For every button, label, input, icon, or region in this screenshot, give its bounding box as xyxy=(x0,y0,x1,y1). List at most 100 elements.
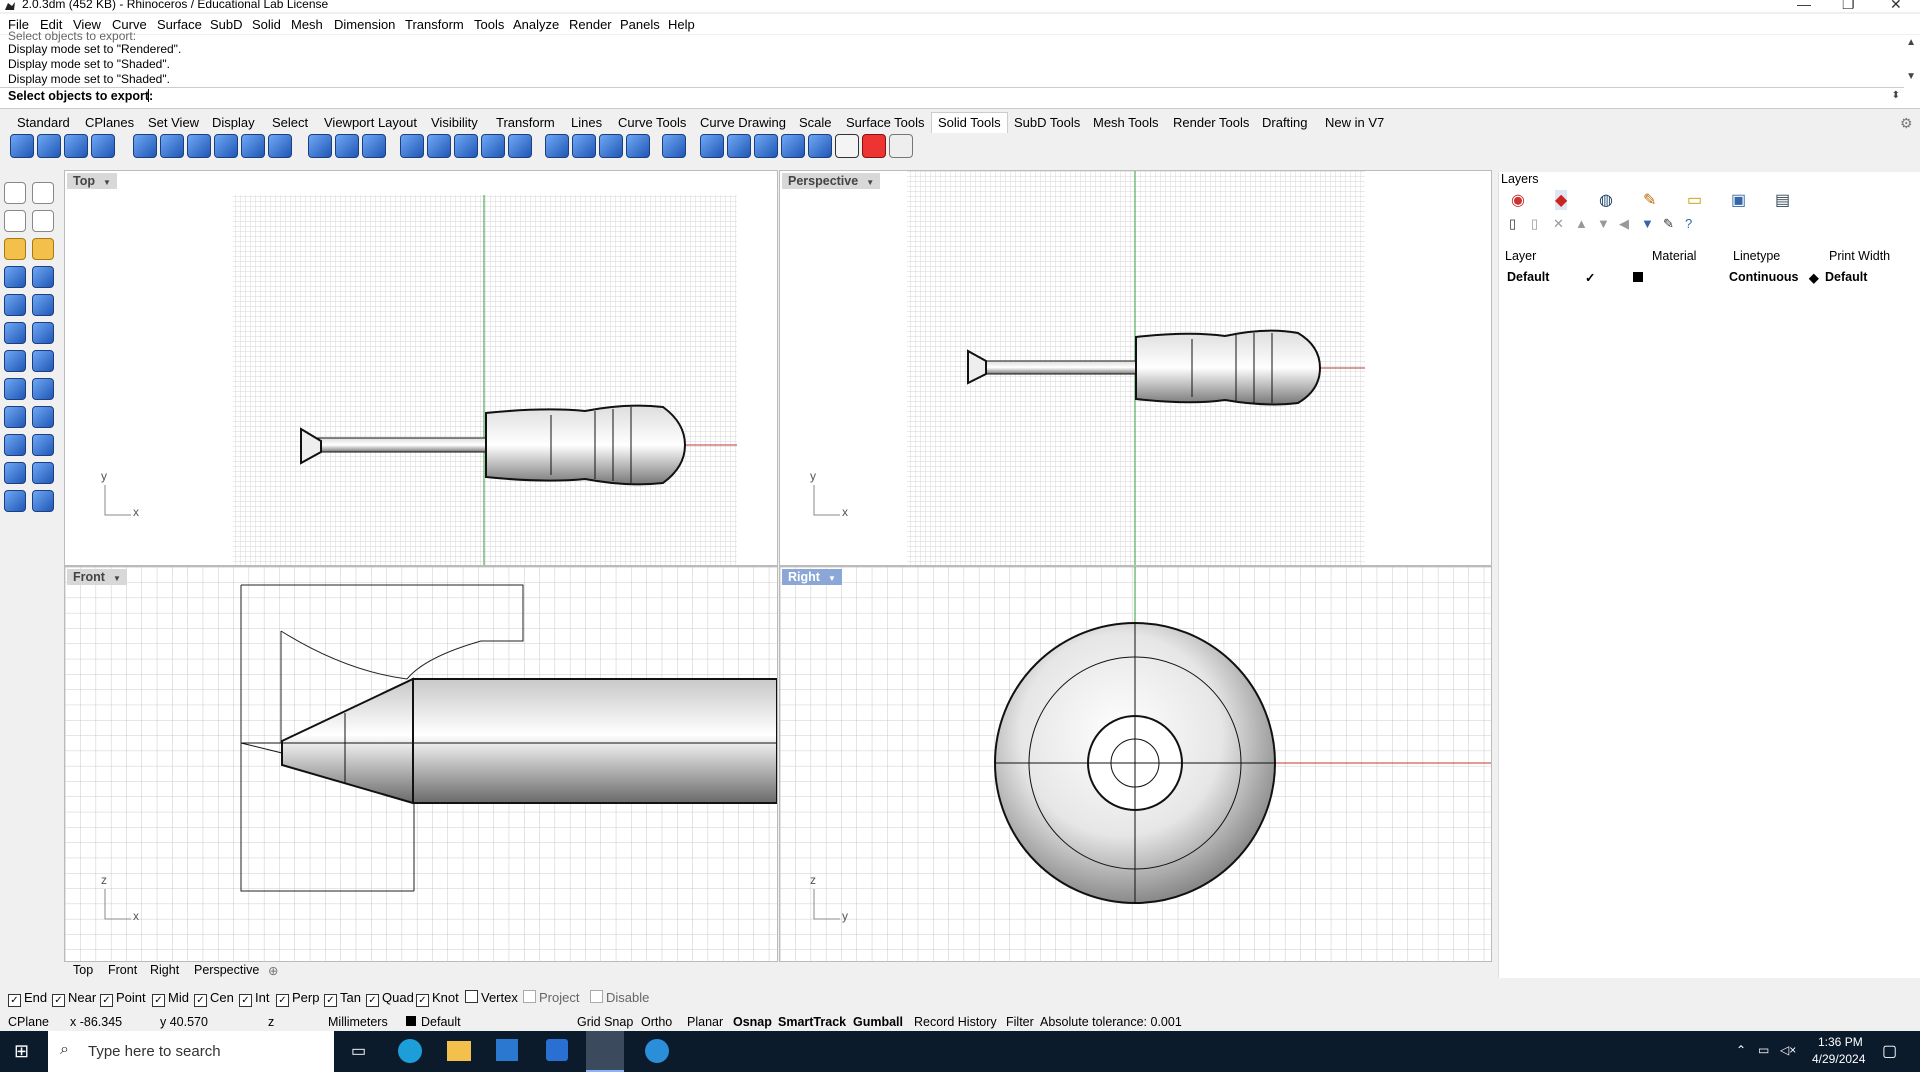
text-object-icon[interactable] xyxy=(4,490,26,512)
taskbar-search[interactable]: ⌕ Type here to search xyxy=(48,1031,334,1072)
close-icon[interactable]: ✕ xyxy=(1890,0,1902,13)
viewport-label-top[interactable]: Top ▼ xyxy=(67,173,117,189)
viewport-perspective[interactable]: Perspective ▼ y x xyxy=(779,170,1492,566)
viewport-label-right[interactable]: Right ▼ xyxy=(782,569,842,585)
menu-solid[interactable]: Solid xyxy=(252,17,281,32)
toggle-planar[interactable]: Planar xyxy=(687,1015,723,1029)
spinner-icon[interactable]: ⬍ xyxy=(1892,90,1900,101)
edge-browser-icon[interactable] xyxy=(398,1039,422,1063)
chrome-icon[interactable] xyxy=(645,1039,669,1063)
ellipsoid-icon[interactable] xyxy=(4,322,26,344)
folder-icon[interactable]: ▭ xyxy=(1687,190,1702,210)
menu-dimension[interactable]: Dimension xyxy=(334,17,395,32)
history-icon[interactable] xyxy=(727,134,751,158)
tab-mesh-tools[interactable]: Mesh Tools xyxy=(1093,115,1159,130)
menu-help[interactable]: Help xyxy=(668,17,695,32)
cone-icon[interactable] xyxy=(4,350,26,372)
polyline-icon[interactable] xyxy=(4,210,26,232)
column-material[interactable]: Material xyxy=(1652,249,1696,263)
move-hole-icon[interactable] xyxy=(599,134,623,158)
layer-current-check[interactable]: ✓ xyxy=(1585,270,1595,285)
boolean-split-icon[interactable] xyxy=(91,134,115,158)
solid-points-icon[interactable] xyxy=(781,134,805,158)
menu-surface[interactable]: Surface xyxy=(157,17,202,32)
solidworks-icon[interactable] xyxy=(546,1039,568,1061)
wirecut-icon[interactable] xyxy=(808,134,832,158)
shell-icon[interactable] xyxy=(241,134,265,158)
move-left-icon[interactable]: ◀ xyxy=(1619,216,1629,232)
rebuild-edges-icon[interactable] xyxy=(481,134,505,158)
box-icon[interactable] xyxy=(4,266,26,288)
tab-visibility[interactable]: Visibility xyxy=(431,115,478,130)
osnap-end[interactable]: ✓ End xyxy=(8,990,47,1007)
gear-icon[interactable]: ⚙ xyxy=(1900,115,1913,132)
notes-icon[interactable]: ▤ xyxy=(1775,190,1790,210)
point-icon[interactable] xyxy=(32,182,54,204)
toggle-ortho[interactable]: Ortho xyxy=(641,1015,672,1029)
osnap-disable[interactable]: Disable xyxy=(590,990,649,1005)
notifications-icon[interactable]: ▢ xyxy=(1882,1041,1897,1061)
layer-color-swatch[interactable] xyxy=(1633,272,1643,282)
tab-lines[interactable]: Lines xyxy=(571,115,602,130)
column-linetype[interactable]: Linetype xyxy=(1733,249,1780,263)
move-up-icon[interactable]: ▲ xyxy=(1575,216,1588,231)
split-edge-icon[interactable] xyxy=(427,134,451,158)
tab-display[interactable]: Display xyxy=(212,115,255,130)
task-view-icon[interactable]: ▭ xyxy=(351,1041,366,1061)
tab-render-tools[interactable]: Render Tools xyxy=(1173,115,1249,130)
torus-icon[interactable] xyxy=(4,434,26,456)
viewport-label-front[interactable]: Front ▼ xyxy=(67,569,127,585)
tab-drafting[interactable]: Drafting xyxy=(1262,115,1308,130)
remove-icon[interactable] xyxy=(862,134,886,158)
osnap-quad[interactable]: ✓ Quad xyxy=(366,990,414,1007)
menu-tools[interactable]: Tools xyxy=(474,17,504,32)
volume-icon[interactable]: ◁× xyxy=(1780,1043,1796,1057)
osnap-project[interactable]: Project xyxy=(523,990,579,1005)
file-explorer-icon[interactable] xyxy=(447,1041,471,1061)
osnap-cen[interactable]: ✓ Cen xyxy=(194,990,234,1007)
tab-scale[interactable]: Scale xyxy=(799,115,832,130)
tab-select[interactable]: Select xyxy=(272,115,308,130)
tab-solid-tools[interactable]: Solid Tools xyxy=(931,112,1008,133)
boolean-intersection-icon[interactable] xyxy=(64,134,88,158)
tab-curve-drawing[interactable]: Curve Drawing xyxy=(700,115,786,130)
osnap-point[interactable]: ✓ Point xyxy=(100,990,146,1007)
new-layer-icon[interactable]: ▯ xyxy=(1509,216,1516,232)
array-hole-icon[interactable] xyxy=(626,134,650,158)
delete-icon[interactable]: ✕ xyxy=(1553,216,1564,232)
tab-set-view[interactable]: Set View xyxy=(148,115,199,130)
truncated-pyramid-icon[interactable] xyxy=(32,378,54,400)
box-corner-icon[interactable] xyxy=(32,266,54,288)
menu-panels[interactable]: Panels xyxy=(620,17,660,32)
tray-chevron-icon[interactable]: ⌃ xyxy=(1736,1043,1746,1057)
osnap-near[interactable]: ✓ Near xyxy=(52,990,96,1007)
fillet-edge-icon[interactable] xyxy=(187,134,211,158)
create-hole-icon[interactable] xyxy=(508,134,532,158)
tube-icon[interactable] xyxy=(32,406,54,428)
delete-hole-icon[interactable] xyxy=(662,134,686,158)
viewport-top[interactable]: Top ▼ y x xyxy=(64,170,778,566)
rotate-hole-icon[interactable] xyxy=(572,134,596,158)
tab-subd-tools[interactable]: SubD Tools xyxy=(1014,115,1080,130)
viewport-label-perspective[interactable]: Perspective ▼ xyxy=(782,173,881,189)
tab-surface-tools[interactable]: Surface Tools xyxy=(846,115,925,130)
view-tab-top[interactable]: Top xyxy=(73,963,93,977)
sphere-alt-icon[interactable] xyxy=(32,294,54,316)
command-prompt[interactable]: Select objects to export: ⬍ xyxy=(0,87,1904,105)
osnap-tan[interactable]: ✓ Tan xyxy=(324,990,361,1007)
boolean-union-icon[interactable] xyxy=(10,134,34,158)
add-view-icon[interactable]: ⊕ xyxy=(268,963,278,978)
toggle-filter[interactable]: Filter xyxy=(1006,1015,1034,1029)
osnap-vertex[interactable]: Vertex xyxy=(465,990,518,1005)
cylinder-icon[interactable] xyxy=(4,406,26,428)
materials-icon[interactable]: ✎ xyxy=(1643,190,1656,210)
toggle-gumball[interactable]: Gumball xyxy=(853,1015,903,1029)
render-icon[interactable]: ◍ xyxy=(1599,190,1613,210)
surface-icon[interactable] xyxy=(4,238,26,260)
view-tab-right[interactable]: Right xyxy=(150,963,179,977)
sphere-icon[interactable] xyxy=(4,294,26,316)
menu-transform[interactable]: Transform xyxy=(405,17,464,32)
tab-new-in-v7[interactable]: New in V7 xyxy=(1325,115,1384,130)
current-layer[interactable]: Default xyxy=(421,1015,461,1029)
place-hole-icon[interactable] xyxy=(545,134,569,158)
